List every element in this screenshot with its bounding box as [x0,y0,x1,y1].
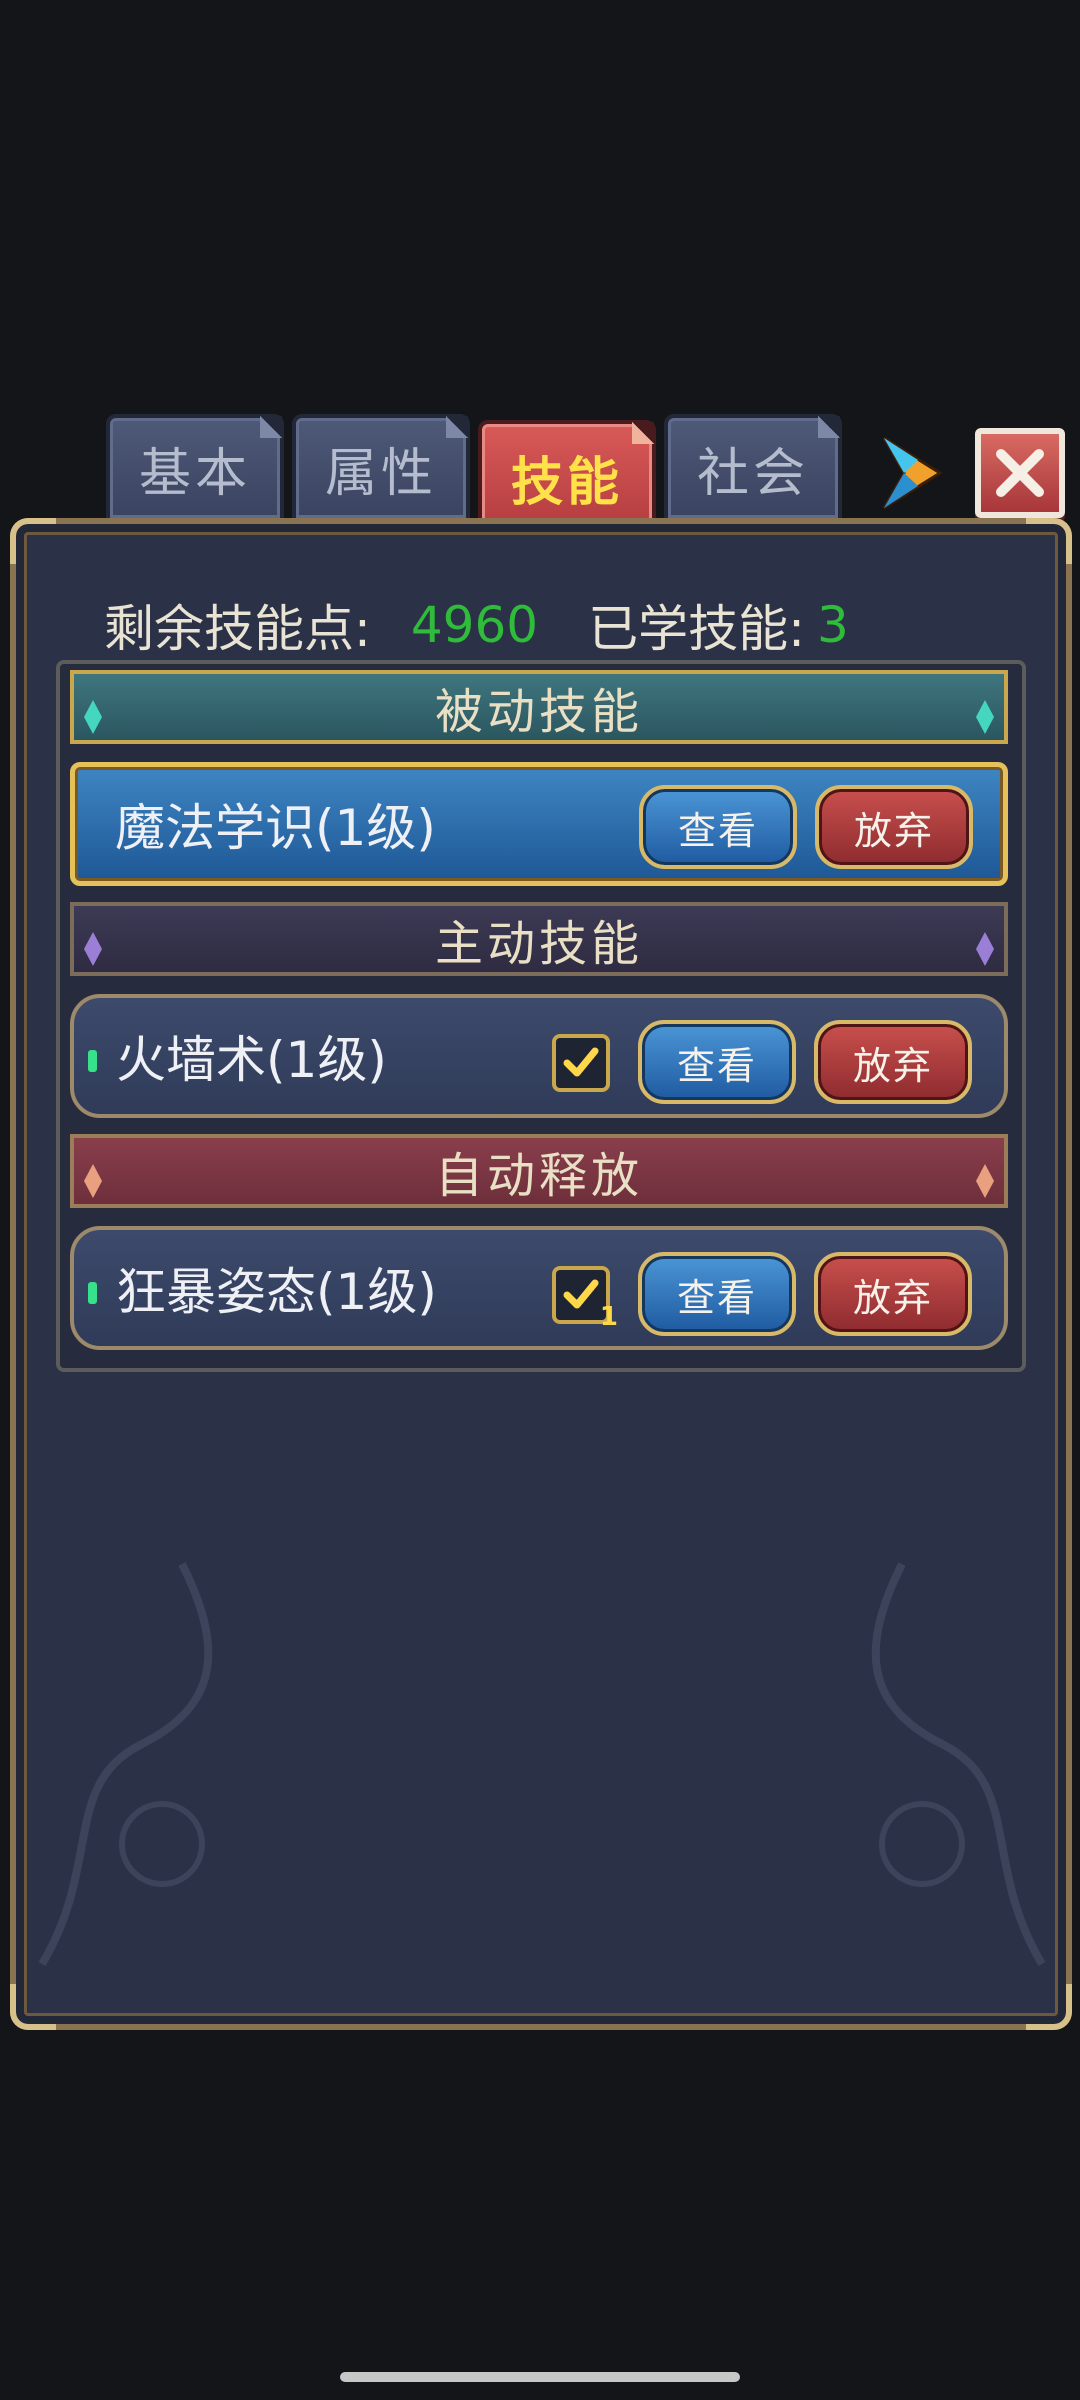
skill-status-indicator [88,1282,97,1304]
arrow-right-icon [882,436,943,510]
panel-corner-ornament [1026,1984,1072,2030]
gem-ornament-icon [84,690,102,734]
section-header-auto-cast: 自动释放 [70,1134,1008,1208]
tab-basic[interactable]: 基本 [106,414,284,522]
gem-ornament-icon [976,690,994,734]
abandon-button-label: 放弃 [853,808,934,853]
tab-social[interactable]: 社会 [664,414,842,522]
view-button-label: 查看 [677,808,758,853]
panel-ornament-pattern [38,1562,1046,1967]
tab-social-label: 社会 [696,443,809,504]
section-title: 主动技能 [434,916,643,972]
checkmark-icon [563,1047,599,1077]
home-indicator[interactable] [340,2372,740,2382]
skill-row-berserk-stance[interactable]: 狂暴姿态(1级) 1 查看 放弃 [70,1226,1008,1350]
abandon-button-label: 放弃 [852,1043,933,1088]
section-header-active: 主动技能 [70,902,1008,976]
learned-skills-value: 3 [816,596,849,654]
view-button[interactable]: 查看 [639,785,797,869]
tab-skills[interactable]: 技能 [478,420,656,534]
view-button[interactable]: 查看 [638,1020,796,1104]
skill-name: 火墙术(1级) [116,1031,387,1089]
view-button[interactable]: 查看 [638,1252,796,1336]
skill-status-indicator [88,1050,97,1072]
tab-attributes[interactable]: 属性 [292,414,470,522]
next-arrow-button[interactable] [878,434,950,512]
tab-basic-label: 基本 [138,443,251,504]
view-button-label: 查看 [676,1275,757,1320]
gem-ornament-icon [84,1154,102,1198]
abandon-button[interactable]: 放弃 [815,785,973,869]
checkmark-icon [563,1279,599,1309]
gem-ornament-icon [976,922,994,966]
skill-points-summary: 剩余技能点: 4960 已学技能: 3 [104,590,849,660]
auto-cast-checkbox[interactable] [552,1034,610,1092]
section-header-passive: 被动技能 [70,670,1008,744]
close-icon [996,449,1044,497]
panel-corner-ornament [10,1984,56,2030]
section-title: 自动释放 [434,1148,643,1204]
panel-corner-ornament [10,518,56,564]
tab-attributes-label: 属性 [324,443,437,504]
abandon-button[interactable]: 放弃 [814,1020,972,1104]
skill-row-fire-wall[interactable]: 火墙术(1级) 查看 放弃 [70,994,1008,1118]
game-screen: 基本 属性 技能 社会 剩余技能点: 4960 已学技能: 3 被动技能 魔法学… [0,0,1080,2400]
auto-cast-order: 1 [599,1302,618,1332]
remaining-points-value: 4960 [410,596,539,654]
auto-cast-checkbox[interactable]: 1 [552,1266,618,1332]
panel-corner-ornament [1026,518,1072,564]
skill-name: 狂暴姿态(1级) [116,1263,437,1321]
skill-row-magic-knowledge[interactable]: 魔法学识(1级) 查看 放弃 [70,762,1008,886]
gem-ornament-icon [976,1154,994,1198]
abandon-button-label: 放弃 [852,1275,933,1320]
abandon-button[interactable]: 放弃 [814,1252,972,1336]
skill-name: 魔法学识(1级) [115,799,436,857]
section-title: 被动技能 [434,684,643,740]
tab-skills-label: 技能 [510,452,623,513]
view-button-label: 查看 [676,1043,757,1088]
learned-skills-label: 已学技能: [588,600,805,658]
close-button[interactable] [975,428,1065,518]
gem-ornament-icon [84,922,102,966]
remaining-points-label: 剩余技能点: [104,600,371,658]
